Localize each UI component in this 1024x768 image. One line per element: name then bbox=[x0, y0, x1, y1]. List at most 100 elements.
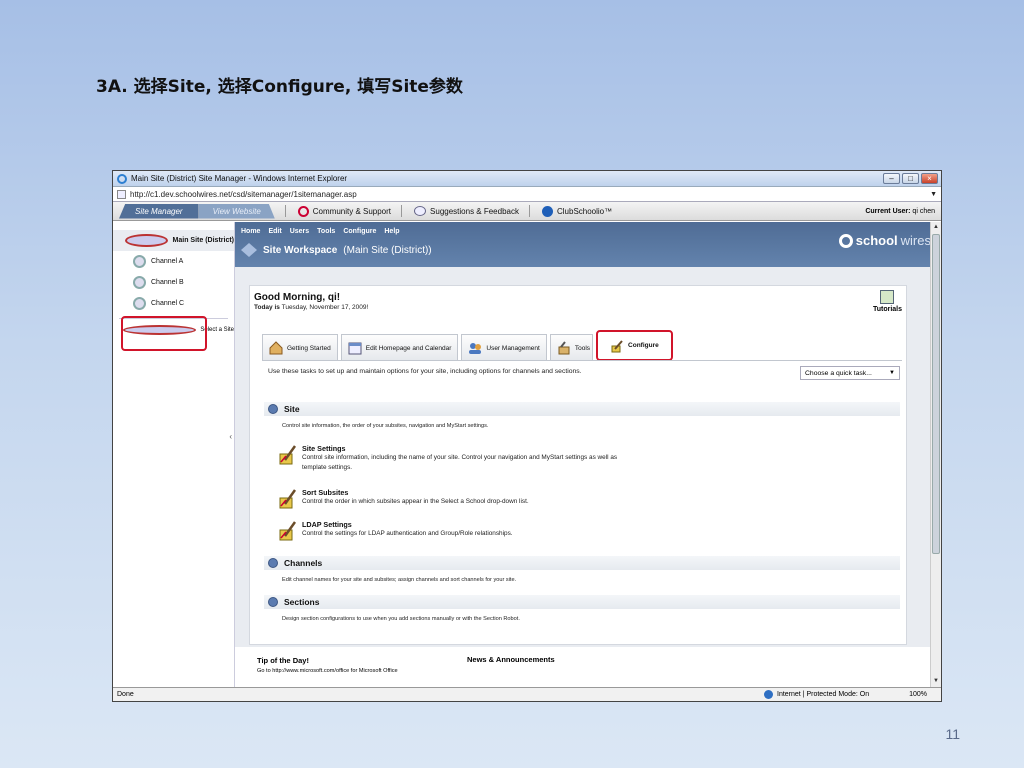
status-text: Done bbox=[117, 691, 134, 698]
menu-users[interactable]: Users bbox=[290, 228, 309, 235]
bottom-area: Tip of the Day! Go to http://www.microso… bbox=[235, 647, 941, 687]
page-icon bbox=[117, 189, 126, 199]
tab-tools[interactable]: Tools bbox=[549, 334, 594, 361]
channel-icon bbox=[133, 297, 146, 310]
site-settings-link[interactable]: Site Settings bbox=[302, 444, 622, 453]
configure-icon bbox=[279, 445, 297, 465]
close-button[interactable]: × bbox=[921, 173, 938, 184]
collapse-sidebar-icon[interactable]: ‹ bbox=[229, 432, 232, 441]
ldap-settings-desc: Control the settings for LDAP authentica… bbox=[302, 530, 513, 537]
workspace-title: Site Workspace (Main Site (District)) bbox=[235, 235, 941, 257]
channel-icon bbox=[133, 255, 146, 268]
users-icon bbox=[469, 343, 482, 354]
ldap-settings-link[interactable]: LDAP Settings bbox=[302, 520, 513, 529]
scroll-thumb[interactable] bbox=[932, 234, 940, 554]
section-header-sections[interactable]: Sections bbox=[264, 595, 900, 609]
news-title: News & Announcements bbox=[467, 655, 555, 664]
menu-configure[interactable]: Configure bbox=[343, 228, 376, 235]
window-title: Main Site (District) Site Manager - Wind… bbox=[131, 174, 348, 183]
site-description: Control site information, the order of y… bbox=[282, 423, 489, 429]
lifebuoy-icon bbox=[297, 205, 309, 217]
speech-bubble-icon bbox=[414, 206, 427, 216]
schoolwires-logo: school wires bbox=[838, 233, 931, 248]
sidebar-item-channel-a[interactable]: Channel A bbox=[113, 251, 234, 272]
quick-task-select[interactable]: Choose a quick task... ▼ bbox=[800, 366, 900, 380]
tutorials-link[interactable]: Tutorials bbox=[873, 290, 902, 313]
url-text[interactable]: http://c1.dev.schoolwires.net/csd/sitema… bbox=[130, 190, 357, 199]
presentation-icon bbox=[880, 290, 895, 304]
menu-home[interactable]: Home bbox=[241, 228, 260, 235]
configure-icon bbox=[279, 489, 297, 509]
expand-icon[interactable] bbox=[268, 597, 278, 607]
site-settings-desc: Control site information, including the … bbox=[302, 454, 618, 471]
select-site-highlight bbox=[121, 316, 207, 351]
menu-tools[interactable]: Tools bbox=[317, 228, 335, 235]
clubschoolio-link[interactable]: ClubSchoolio™ bbox=[541, 205, 612, 217]
menu-help[interactable]: Help bbox=[384, 228, 399, 235]
site-manager-topbar: Site Manager View Website Community & Su… bbox=[113, 202, 941, 221]
minimize-button[interactable]: – bbox=[883, 173, 900, 184]
workspace-icon bbox=[241, 243, 257, 257]
house-icon bbox=[269, 341, 283, 355]
tools-icon bbox=[558, 341, 570, 355]
sidebar-item-channel-b[interactable]: Channel B bbox=[113, 272, 234, 293]
task-tabs: Getting Started Edit Homepage and Calend… bbox=[262, 330, 673, 361]
main-area: Home Edit Users Tools Configure Help Sit… bbox=[235, 222, 941, 687]
collapse-icon[interactable] bbox=[268, 404, 278, 414]
logo-ring-icon bbox=[838, 233, 853, 248]
sort-subsites-item[interactable]: Sort Subsites Control the order in which… bbox=[278, 488, 529, 510]
sort-subsites-desc: Control the order in which subsites appe… bbox=[302, 498, 529, 505]
current-user: Current User: qi chen bbox=[865, 207, 935, 215]
tip-title: Tip of the Day! bbox=[257, 656, 309, 665]
today-date: Today is Tuesday, November 17, 2009! bbox=[254, 304, 369, 311]
status-bar: Done Internet | Protected Mode: On 100% bbox=[113, 687, 941, 701]
intro-text: Use these tasks to set up and maintain o… bbox=[268, 368, 582, 375]
workspace-header: Home Edit Users Tools Configure Help Sit… bbox=[235, 222, 941, 267]
security-zone: Internet | Protected Mode: On bbox=[764, 690, 869, 699]
view-website-tab[interactable]: View Website bbox=[198, 203, 275, 219]
channel-icon bbox=[133, 276, 146, 289]
window-titlebar: Main Site (District) Site Manager - Wind… bbox=[113, 171, 941, 187]
address-dropdown-icon[interactable]: ▼ bbox=[930, 191, 937, 198]
configure-tab-body: Use these tasks to set up and maintain o… bbox=[262, 360, 902, 644]
site-settings-item[interactable]: Site Settings Control site information, … bbox=[278, 444, 622, 472]
globe-icon bbox=[764, 690, 773, 699]
suggestions-link[interactable]: Suggestions & Feedback bbox=[414, 206, 519, 216]
tab-getting-started[interactable]: Getting Started bbox=[262, 334, 338, 361]
zoom-level[interactable]: 100% bbox=[909, 691, 927, 698]
community-link[interactable]: Community & Support bbox=[297, 205, 391, 217]
site-icon bbox=[125, 234, 168, 247]
configure-icon bbox=[279, 521, 297, 541]
tab-configure[interactable]: Configure bbox=[596, 330, 673, 361]
section-header-channels[interactable]: Channels bbox=[264, 556, 900, 570]
slide-title: 3A. 选择Site, 选择Configure, 填写Site参数 bbox=[96, 77, 463, 97]
configure-panel: Good Morning, qi! Today is Tuesday, Nove… bbox=[249, 285, 907, 645]
calendar-icon bbox=[348, 342, 362, 355]
maximize-button[interactable]: □ bbox=[902, 173, 919, 184]
tip-text: Go to http://www.microsoft.com/office fo… bbox=[257, 668, 398, 674]
site-manager-tab[interactable]: Site Manager bbox=[119, 203, 199, 219]
scroll-up-icon[interactable]: ▲ bbox=[931, 222, 941, 233]
greeting: Good Morning, qi! bbox=[254, 292, 341, 303]
configure-icon bbox=[611, 339, 623, 352]
sidebar-item-channel-c[interactable]: Channel C bbox=[113, 293, 234, 314]
vertical-scrollbar[interactable]: ▲ ▼ bbox=[930, 222, 941, 687]
ldap-settings-item[interactable]: LDAP Settings Control the settings for L… bbox=[278, 520, 513, 542]
browser-window: Main Site (District) Site Manager - Wind… bbox=[112, 170, 942, 702]
scroll-down-icon[interactable]: ▼ bbox=[931, 676, 941, 687]
sort-subsites-link[interactable]: Sort Subsites bbox=[302, 488, 529, 497]
slide-number: 11 bbox=[945, 726, 960, 742]
tab-user-management[interactable]: User Management bbox=[461, 334, 547, 361]
address-bar[interactable]: http://c1.dev.schoolwires.net/csd/sitema… bbox=[113, 187, 941, 202]
site-sidebar: Main Site (District) Channel A Channel B… bbox=[113, 222, 235, 687]
main-menu: Home Edit Users Tools Configure Help bbox=[235, 222, 941, 235]
tab-edit-homepage[interactable]: Edit Homepage and Calendar bbox=[340, 334, 459, 361]
section-header-site[interactable]: Site bbox=[264, 402, 900, 416]
sections-description: Design section configurations to use whe… bbox=[282, 616, 520, 622]
ie-icon bbox=[117, 173, 127, 184]
menu-edit[interactable]: Edit bbox=[268, 228, 281, 235]
chevron-down-icon: ▼ bbox=[889, 370, 895, 376]
expand-icon[interactable] bbox=[268, 558, 278, 568]
channels-description: Edit channel names for your site and sub… bbox=[282, 577, 517, 583]
sidebar-item-main-site[interactable]: Main Site (District) bbox=[113, 230, 234, 251]
